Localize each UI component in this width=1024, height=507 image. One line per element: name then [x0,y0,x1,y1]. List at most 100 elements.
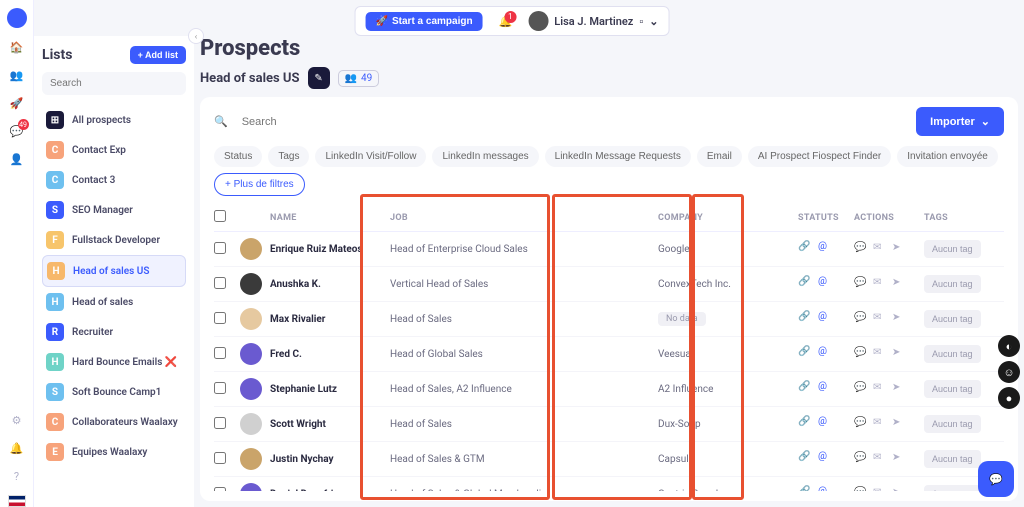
message-icon[interactable]: 💬 [854,487,869,492]
team-icon[interactable]: 👤 [8,150,26,168]
lists-search-input[interactable] [42,72,186,95]
list-item[interactable]: EEquipes Waalaxy [42,437,186,467]
filter-chip[interactable]: LinkedIn messages [432,146,538,167]
tag-button[interactable]: Aucun tag [924,275,981,293]
filter-chip[interactable]: Status [214,146,262,167]
tag-button[interactable]: Aucun tag [924,415,981,433]
table-row[interactable]: Enrique Ruiz Mateos Head of Enterprise C… [214,232,1004,267]
list-item[interactable]: CContact Exp [42,135,186,165]
edit-list-button[interactable]: ✎ [308,67,330,89]
table-row[interactable]: Max Rivalier Head of Sales No data 🔗 @ 💬… [214,302,1004,337]
avatar[interactable] [240,413,262,435]
tag-button[interactable]: Aucun tag [924,485,981,491]
send-icon[interactable]: ➤ [892,277,907,292]
link-icon[interactable]: 🔗 [798,346,814,362]
filter-chip[interactable]: LinkedIn Visit/Follow [315,146,426,167]
list-item[interactable]: HHead of sales US [42,255,186,287]
all-prospects-item[interactable]: ⊞ All prospects [42,105,186,135]
at-icon[interactable]: @ [818,346,834,362]
row-checkbox[interactable] [214,347,226,359]
message-icon[interactable]: 💬 [854,312,869,327]
app-logo[interactable] [7,8,27,28]
message-icon[interactable]: 💬 [854,417,869,432]
filter-chip[interactable]: Email [697,146,742,167]
start-campaign-button[interactable]: 🚀 Start a campaign [366,12,483,31]
send-icon[interactable]: ➤ [892,417,907,432]
row-checkbox[interactable] [214,487,226,492]
link-icon[interactable]: 🔗 [798,241,814,257]
table-row[interactable]: Fred C. Head of Global Sales Veesual 🔗 @… [214,337,1004,372]
col-company[interactable]: COMPANY [658,213,798,223]
at-icon[interactable]: @ [818,416,834,432]
widget-1[interactable]: ◐ [998,335,1020,357]
send-icon[interactable]: ➤ [892,347,907,362]
avatar[interactable] [240,378,262,400]
message-icon[interactable]: 💬 [854,277,869,292]
select-all-checkbox[interactable] [214,210,226,222]
message-icon[interactable]: 💬 [854,382,869,397]
user-menu[interactable]: Lisa J. Martinez ▫ ⌄ [528,11,658,31]
mail-icon[interactable]: ✉ [873,277,888,292]
widget-2[interactable]: ☺ [998,361,1020,383]
list-item[interactable]: RRecruiter [42,317,186,347]
inbox-icon[interactable]: 💬49 [8,122,26,140]
list-item[interactable]: FFullstack Developer [42,225,186,255]
avatar[interactable] [240,483,262,491]
list-item[interactable]: HHead of sales [42,287,186,317]
list-item[interactable]: HHard Bounce Emails ❌ [42,347,186,377]
col-statuts[interactable]: STATUTS [798,213,854,223]
row-checkbox[interactable] [214,452,226,464]
mail-icon[interactable]: ✉ [873,242,888,257]
at-icon[interactable]: @ [818,241,834,257]
send-icon[interactable]: ➤ [892,452,907,467]
tag-button[interactable]: Aucun tag [924,310,981,328]
avatar[interactable] [240,308,262,330]
tag-button[interactable]: Aucun tag [924,345,981,363]
link-icon[interactable]: 🔗 [798,416,814,432]
prospect-count[interactable]: 👥 49 [338,70,380,87]
avatar[interactable] [240,238,262,260]
home-icon[interactable]: 🏠 [8,38,26,56]
at-icon[interactable]: @ [818,381,834,397]
mail-icon[interactable]: ✉ [873,452,888,467]
send-icon[interactable]: ➤ [892,312,907,327]
col-name[interactable]: NAME [270,213,390,223]
mail-icon[interactable]: ✉ [873,417,888,432]
list-item[interactable]: CCollaborateurs Waalaxy [42,407,186,437]
message-icon[interactable]: 💬 [854,242,869,257]
notifications-button[interactable]: 🔔 1 [499,15,513,28]
link-icon[interactable]: 🔗 [798,381,814,397]
settings-icon[interactable]: ⚙ [8,411,26,429]
avatar[interactable] [240,343,262,365]
row-checkbox[interactable] [214,417,226,429]
send-icon[interactable]: ➤ [892,382,907,397]
send-icon[interactable]: ➤ [892,242,907,257]
mail-icon[interactable]: ✉ [873,312,888,327]
chat-widget[interactable]: 💬 [978,461,1014,497]
filter-chip[interactable]: AI Prospect Fiospect Finder [748,146,891,167]
send-icon[interactable]: ➤ [892,487,907,492]
filter-chip[interactable]: LinkedIn Message Requests [545,146,691,167]
tag-button[interactable]: Aucun tag [924,380,981,398]
avatar[interactable] [240,448,262,470]
import-button[interactable]: Importer ⌄ [916,107,1004,136]
message-icon[interactable]: 💬 [854,452,869,467]
more-filters-button[interactable]: + Plus de filtres [214,173,305,196]
at-icon[interactable]: @ [818,276,834,292]
alerts-icon[interactable]: 🔔 [8,439,26,457]
table-row[interactable]: Daniel Denefrio Head of Sales & Global M… [214,477,1004,491]
filter-chip[interactable]: Invitation envoyée [897,146,998,167]
col-job[interactable]: JOB [390,213,658,223]
avatar[interactable] [240,273,262,295]
help-icon[interactable]: ? [8,467,26,485]
prospects-icon[interactable]: 👥 [8,66,26,84]
table-row[interactable]: Scott Wright Head of Sales Dux-Soup 🔗 @ … [214,407,1004,442]
link-icon[interactable]: 🔗 [798,311,814,327]
widget-3[interactable]: ● [998,387,1020,409]
tag-button[interactable]: Aucun tag [924,240,981,258]
mail-icon[interactable]: ✉ [873,487,888,492]
table-row[interactable]: Justin Nychay Head of Sales & GTM Capsul… [214,442,1004,477]
row-checkbox[interactable] [214,277,226,289]
table-row[interactable]: Stephanie Lutz Head of Sales, A2 Influen… [214,372,1004,407]
prospects-search-input[interactable] [238,110,906,134]
